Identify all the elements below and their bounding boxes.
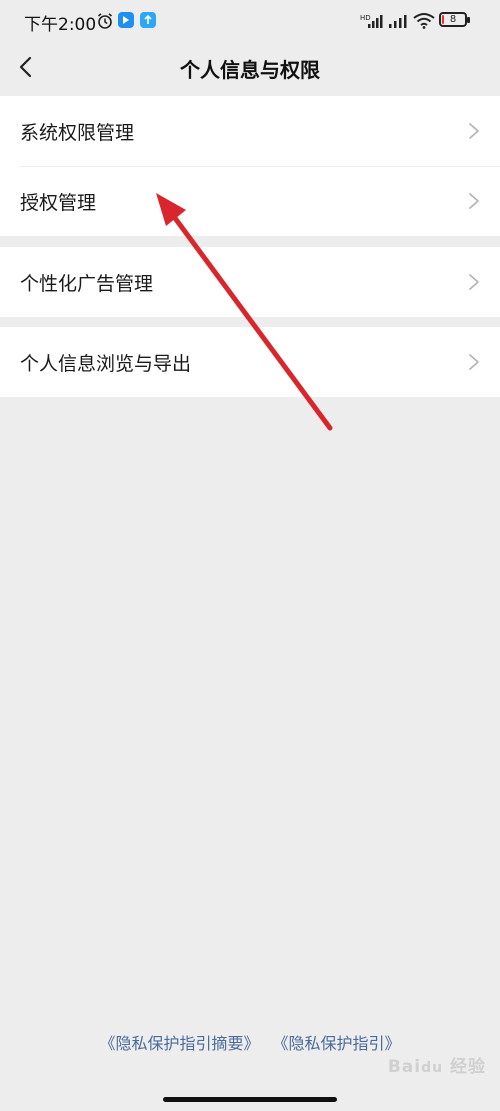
item-label: 个人信息浏览与导出 [20, 353, 192, 375]
item-label: 系统权限管理 [20, 122, 135, 144]
settings-group-permissions: 系统权限管理 授权管理 [0, 96, 500, 236]
settings-group-ads: 个性化广告管理 [0, 247, 500, 317]
battery-icon: 8 [439, 12, 470, 27]
privacy-guide-link[interactable]: 《隐私保护指引》 [273, 1034, 401, 1053]
home-indicator[interactable] [163, 1097, 337, 1102]
chevron-right-icon [469, 123, 479, 139]
alarm-icon [97, 13, 113, 29]
wifi-icon [413, 13, 435, 29]
signal-icon [389, 15, 407, 28]
authorization-management-item[interactable]: 授权管理 [0, 166, 500, 236]
app-upload-icon [140, 12, 156, 28]
battery-fill [442, 15, 444, 24]
header: 个人信息与权限 [0, 42, 500, 94]
chevron-right-icon [469, 274, 479, 290]
chevron-right-icon [469, 193, 479, 209]
hd-signal-icon: HD [360, 14, 383, 28]
system-permission-management-item[interactable]: 系统权限管理 [0, 96, 500, 166]
svg-text:HD: HD [360, 14, 371, 22]
watermark-logo: Baidu 经验 [387, 1057, 486, 1077]
status-time: 下午2:00 [24, 15, 97, 35]
app-badge-icon [118, 12, 134, 28]
battery-level: 8 [449, 14, 457, 25]
privacy-guide-summary-link[interactable]: 《隐私保护指引摘要》 [99, 1034, 259, 1053]
personal-info-browse-export-item[interactable]: 个人信息浏览与导出 [0, 327, 500, 397]
item-label: 授权管理 [20, 192, 97, 214]
chevron-right-icon [469, 354, 479, 370]
personalized-ads-management-item[interactable]: 个性化广告管理 [0, 247, 500, 317]
settings-group-export: 个人信息浏览与导出 [0, 327, 500, 397]
page-title: 个人信息与权限 [180, 58, 320, 82]
item-label: 个性化广告管理 [20, 273, 154, 295]
footer-links: 《隐私保护指引摘要》 《隐私保护指引》 [0, 1030, 500, 1054]
status-bar: 下午2:00 HD 8 [0, 0, 500, 42]
